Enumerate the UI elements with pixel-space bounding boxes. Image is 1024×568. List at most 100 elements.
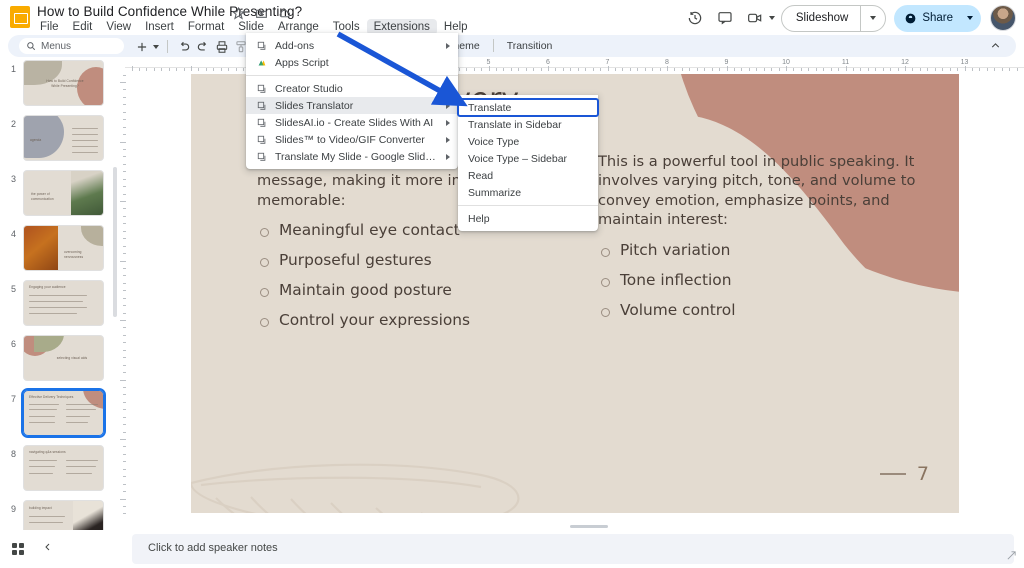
redo-icon[interactable] [195,39,210,54]
extensions-menu-panel[interactable]: Add-onsApps Script Creator StudioSlides T… [246,33,458,169]
transition-button[interactable]: Transition [498,40,562,52]
filmstrip-scrollbar[interactable] [113,62,117,522]
notes-resize-handle[interactable] [570,525,608,528]
ruler-tick [965,66,966,71]
undo-icon[interactable] [176,39,191,54]
thumb-line [29,466,55,467]
menu-view[interactable]: View [99,19,138,35]
slide-number-label: 8 [11,449,16,459]
scrollbar-thumb[interactable] [113,167,117,317]
filmstrip-slide-3[interactable]: 3the power of communication [0,168,118,223]
slide-thumbnail[interactable]: navigating q&a sessions [23,445,104,491]
submenu-item-voice-type[interactable]: Voice Type [458,133,598,150]
slide-thumbnail[interactable]: Effective Delivery Techniques [23,390,104,436]
slide-filmstrip[interactable]: 1 How to Build Confidence While Presentin… [0,58,118,530]
submenu-item-summarize[interactable]: Summarize [458,184,598,201]
menu-file[interactable]: File [33,19,66,35]
collapse-toolbar-icon[interactable] [989,39,1002,57]
share-button[interactable]: Share [894,5,981,32]
avatar[interactable] [990,5,1016,31]
ruler-tick [875,68,876,71]
slide-thumbnail[interactable]: overcoming nervousness [23,225,104,271]
slide-right-column[interactable]: This is a powerful tool in public speaki… [598,152,943,331]
print-icon[interactable] [214,39,229,54]
filmstrip-slide-2[interactable]: 2agenda [0,113,118,168]
slideshow-button[interactable]: Slideshow [781,5,886,32]
thumb-art [24,226,58,271]
slide-thumbnail[interactable]: How to Build Confidence While Presenting… [23,60,104,106]
meet-camera-icon[interactable] [741,4,769,32]
ruler-tick [123,357,126,358]
present-to-meet-button[interactable] [741,4,775,32]
slide-thumbnail[interactable]: agenda [23,115,104,161]
filmstrip-slide-7[interactable]: 7Effective Delivery Techniques [0,388,118,443]
ruler-number: 6 [546,59,550,66]
ruler-tick [786,66,787,71]
comment-icon[interactable] [711,4,739,32]
ruler-tick [123,179,126,180]
filmstrip-footer [0,530,118,568]
menu-item-creator-studio[interactable]: Creator Studio [246,80,458,97]
submenu-item-voice-type-sidebar[interactable]: Voice Type – Sidebar [458,150,598,167]
filmstrip-slide-6[interactable]: 6selecting visual aids [0,333,118,388]
ruler-tick [704,68,705,71]
leaf-line-art-decoration [191,363,601,513]
add-slide-icon[interactable] [134,39,149,54]
filmstrip-slide-5[interactable]: 5Engaging your audience [0,278,118,333]
speaker-notes-panel[interactable]: Click to add speaker notes [118,530,1024,568]
ruler-tick [243,68,244,71]
ruler-tick [123,335,126,336]
share-dropdown[interactable] [963,16,981,20]
slide-thumbnail[interactable]: building impact [23,500,104,530]
slides-translator-submenu[interactable]: TranslateTranslate in SidebarVoice TypeV… [458,95,598,231]
explore-corner-icon[interactable] [1006,550,1017,564]
ruler-tick [712,68,713,71]
ruler-tick [123,283,126,284]
ruler-tick [593,68,594,71]
filmstrip-slide-1[interactable]: 1 How to Build Confidence While Presentin… [0,58,118,113]
submenu-item-translate[interactable]: Translate [458,99,598,116]
menu-format[interactable]: Format [181,19,231,35]
ruler-tick [972,68,973,71]
ruler-tick [123,313,126,314]
menu-item-add-ons[interactable]: Add-ons [246,37,458,54]
ruler-tick [123,469,126,470]
submenu-item-translate-in-sidebar[interactable]: Translate in Sidebar [458,116,598,133]
ruler-tick [123,231,126,232]
ruler-tick [154,68,155,71]
version-history-icon[interactable] [681,4,709,32]
filmstrip-slide-8[interactable]: 8 navigating q&a sessions [0,443,118,498]
menu-item-slides-translator[interactable]: Slides Translator [246,97,458,114]
ruler-tick [123,446,126,447]
slide-thumbnail[interactable]: Engaging your audience [23,280,104,326]
menu-insert[interactable]: Insert [138,19,181,35]
collapse-filmstrip-icon[interactable] [42,540,54,558]
search-input[interactable]: Menus [19,38,124,54]
ruler-tick [120,82,126,83]
menu-edit[interactable]: Edit [66,19,100,35]
new-slide-dropdown-icon[interactable] [153,45,159,49]
slide-thumbnail[interactable]: the power of communication [23,170,104,216]
menu-item-translate-my-slide-google-slides-translator[interactable]: Translate My Slide - Google Slides™ Tran… [246,148,458,165]
slideshow-label: Slideshow [782,12,860,24]
grid-view-icon[interactable] [12,543,24,555]
vertical-ruler [118,74,127,520]
menu-item-slidesai-io-create-slides-with-ai[interactable]: SlidesAI.io - Create Slides With AI [246,114,458,131]
menu-item-slides-to-video-gif-converter[interactable]: Slides™ to Video/GIF Converter [246,131,458,148]
submenu-item-read[interactable]: Read [458,167,598,184]
slideshow-dropdown[interactable] [861,16,885,20]
ruler-tick [120,499,126,500]
page-number-value: 7 [917,463,929,485]
submenu-arrow-icon [446,86,450,92]
speaker-notes-field[interactable]: Click to add speaker notes [132,534,1014,564]
ruler-tick [123,484,126,485]
ruler-tick [481,68,482,71]
chevron-down-icon[interactable] [769,16,775,20]
thumb-title: Engaging your audience [29,285,66,290]
menu-item-apps-script[interactable]: Apps Script [246,54,458,71]
submenu-item-help[interactable]: Help [458,210,598,227]
slide-number-label: 1 [11,64,16,74]
filmstrip-slide-4[interactable]: 4overcoming nervousness [0,223,118,278]
filmstrip-slide-9[interactable]: 9building impact [0,498,118,530]
slide-thumbnail[interactable]: selecting visual aids [23,335,104,381]
